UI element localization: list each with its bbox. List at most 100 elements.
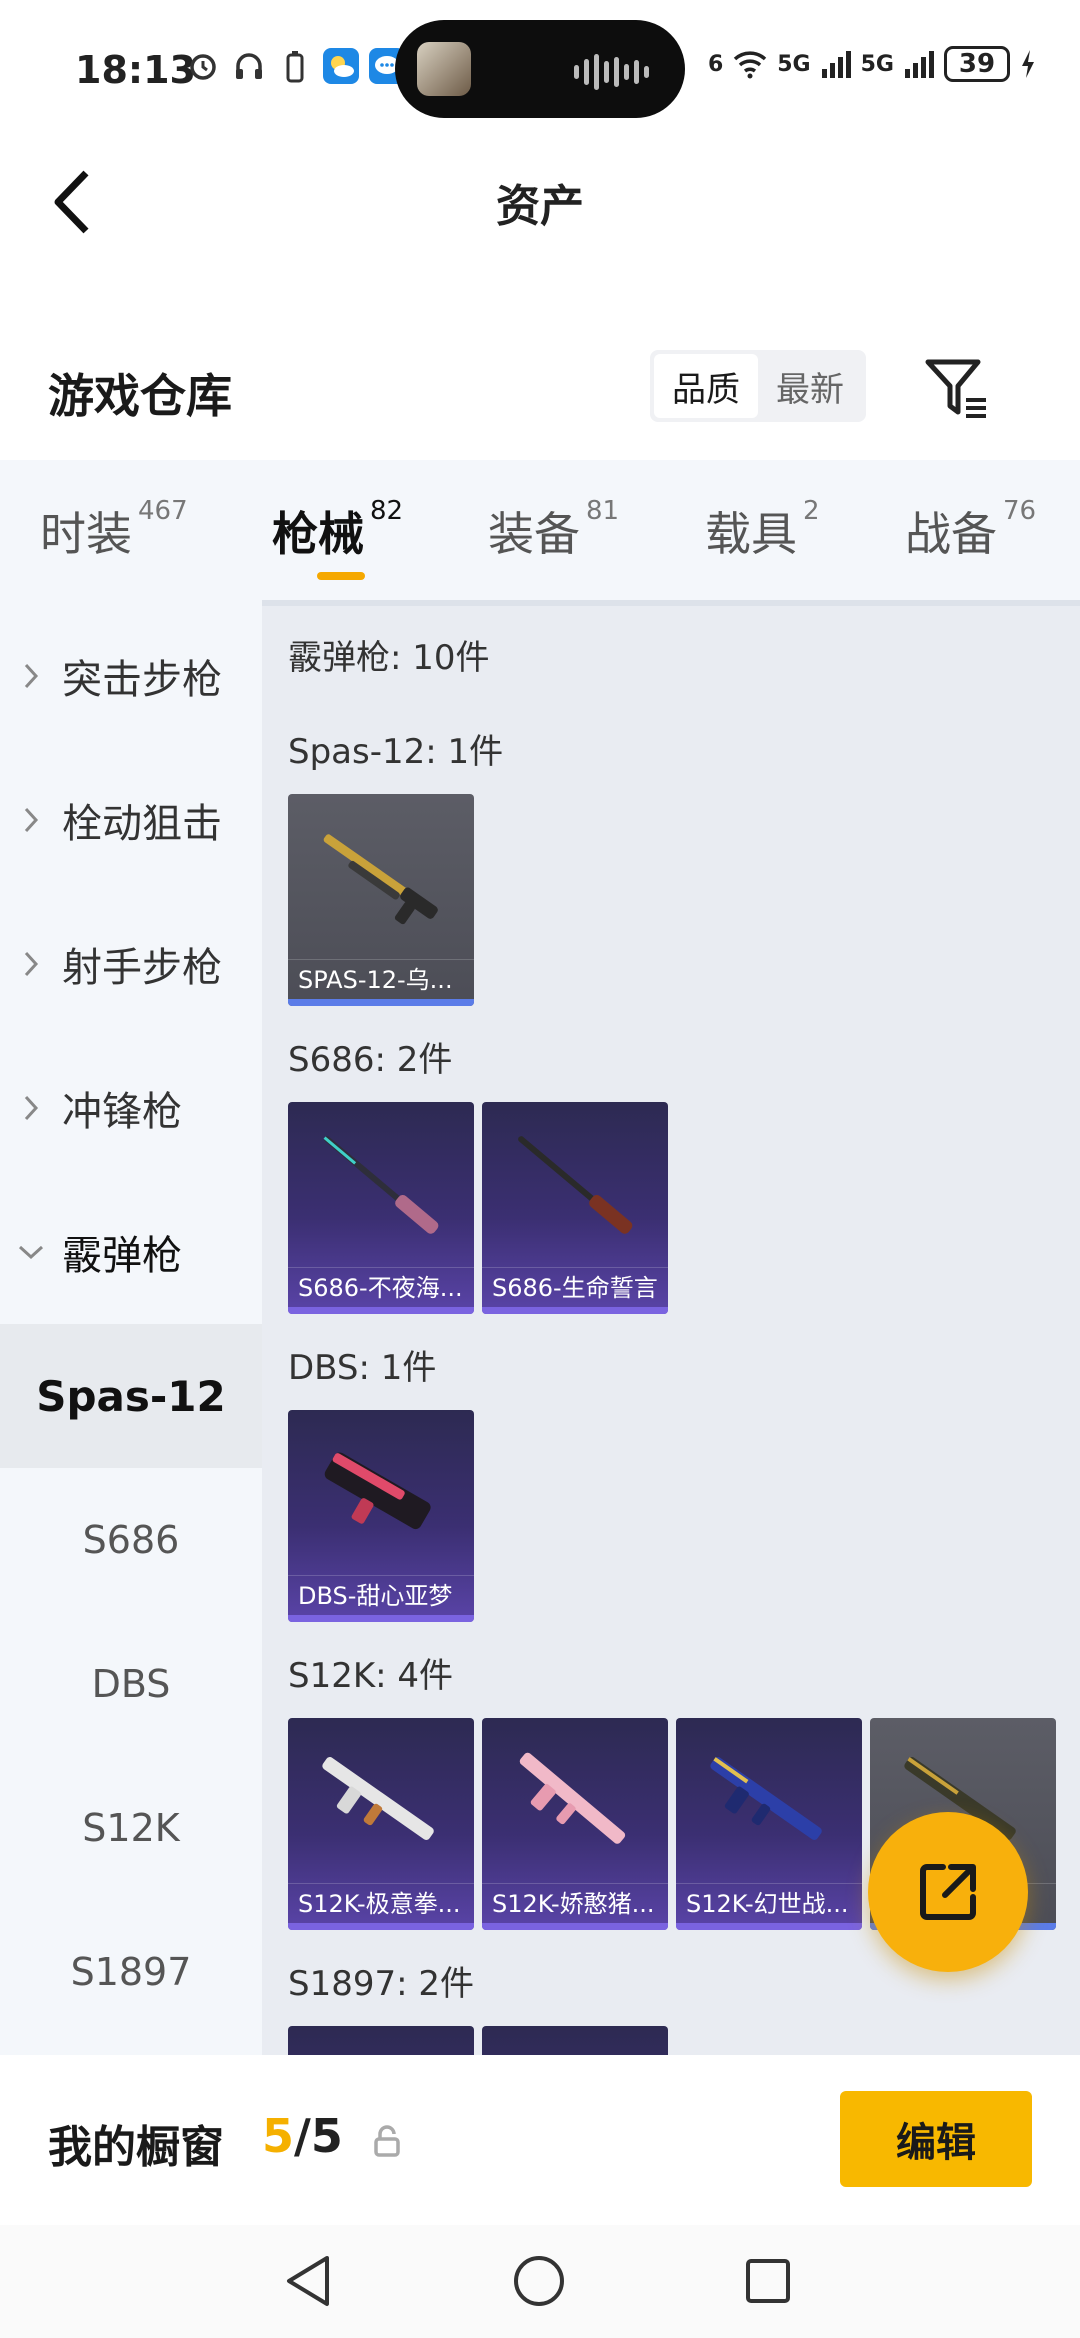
nav-back-button[interactable] (278, 2251, 338, 2311)
weather-icon (323, 48, 359, 84)
filter-icon (925, 359, 986, 418)
weapon-card[interactable] (288, 2026, 474, 2055)
tab-label: 战备 (905, 507, 997, 561)
battery-level: 39 (958, 49, 996, 79)
sidebar-subitem-spas12[interactable]: Spas-12 (0, 1324, 262, 1468)
sort-option-quality[interactable]: 品质 (654, 354, 758, 418)
filter-button[interactable] (922, 354, 992, 424)
network-type-a: 5G (777, 51, 811, 77)
warehouse-title: 游戏仓库 (48, 369, 232, 423)
chevron-right-icon (0, 1094, 62, 1122)
share-button[interactable] (868, 1812, 1028, 1972)
sidebar-subitem-s12k[interactable]: S12K (0, 1756, 262, 1900)
showcase-label: 我的橱窗 (48, 2122, 224, 2173)
chevron-right-icon (0, 662, 62, 690)
title-bar: 资产 (0, 130, 1080, 270)
sidebar-item-label: 冲锋枪 (62, 1089, 182, 1135)
tab-active-indicator (317, 572, 365, 580)
rarity-bar (288, 1307, 474, 1314)
tab-equipment[interactable]: 装备 81 (488, 496, 620, 564)
signal-icon (821, 51, 851, 78)
tab-supplies[interactable]: 战备 76 (905, 496, 1037, 564)
tab-count: 81 (586, 496, 620, 526)
rarity-bar (676, 1923, 862, 1930)
weapon-card[interactable]: S12K-极意拳... (288, 1718, 474, 1930)
shotgun-image (322, 1757, 434, 1840)
rarity-bar (288, 1923, 474, 1930)
nav-recents-button[interactable] (738, 2251, 798, 2311)
tab-count: 467 (138, 496, 188, 526)
group-title: S12K: 4件 (288, 1656, 454, 1696)
weapon-category-sidebar: 突击步枪 栓动狙击 射手步枪 冲锋枪 霰弹枪 Spas-12 S686 DBS … (0, 600, 262, 2055)
status-time: 18:13 (75, 48, 196, 92)
signal-icon (905, 51, 934, 78)
shotgun-image (323, 834, 438, 925)
weapon-card-label: SPAS-12-乌... (288, 959, 474, 999)
tab-label: 载具 (705, 507, 797, 561)
weapon-card[interactable]: S12K-娇憨猪... (482, 1718, 668, 1930)
sidebar-item-label: 霰弹枪 (62, 1233, 182, 1279)
sidebar-subitem-s686[interactable]: S686 (0, 1468, 262, 1612)
alarm-icon (185, 48, 221, 84)
sort-option-newest[interactable]: 最新 (758, 354, 862, 418)
status-right: 6 5G 5G 39 (708, 46, 1036, 82)
headphones-icon (231, 48, 267, 84)
showcase-bar: 我的橱窗 5/5 编辑 (0, 2055, 1080, 2225)
category-tabs: 时装 467 枪械 82 装备 81 载具 2 战备 76 (0, 460, 1080, 600)
weapon-card[interactable]: S686-生命誓言 (482, 1102, 668, 1314)
sidebar-item-assault-rifle[interactable]: 突击步枪 (0, 604, 262, 748)
circle-home-icon (514, 2256, 564, 2306)
network-type-b: 5G (860, 51, 894, 77)
tab-count: 82 (370, 496, 404, 526)
sidebar-subitem-s1897[interactable]: S1897 (0, 1900, 262, 2044)
weapon-card[interactable]: S12K-幻世战... (676, 1718, 862, 1930)
media-thumbnail (417, 42, 471, 96)
nav-home-button[interactable] (509, 2251, 569, 2311)
chevron-right-icon (0, 806, 62, 834)
wifi-icon (734, 51, 767, 79)
status-bar: 18:13 6 5G 5G 39 (0, 0, 1080, 130)
sidebar-item-bolt-sniper[interactable]: 栓动狙击 (0, 748, 262, 892)
share-icon (920, 1864, 976, 1920)
weapon-card[interactable]: S686-不夜海... (288, 1102, 474, 1314)
device-battery-icon (277, 48, 313, 84)
battery-indicator: 39 (944, 46, 1010, 82)
square-recents-icon (746, 2259, 790, 2303)
tab-label: 枪械 (272, 507, 364, 561)
shotgun-image (519, 1752, 626, 1844)
category-summary: 霰弹枪: 10件 (288, 638, 490, 678)
sidebar-subitem-dbs[interactable]: DBS (0, 1612, 262, 1756)
audio-wave-icon (574, 54, 649, 90)
dynamic-island[interactable] (395, 20, 685, 118)
sidebar-item-label: 栓动狙击 (62, 801, 222, 847)
weapon-card[interactable]: SPAS-12-乌... (288, 794, 474, 1006)
tab-count: 2 (803, 496, 820, 526)
tab-firearms[interactable]: 枪械 82 (272, 496, 404, 564)
showcase-count: 5/5 (262, 2109, 343, 2163)
weapon-card[interactable]: DBS-甜心亚梦 (288, 1410, 474, 1622)
group-title: Spas-12: 1件 (288, 732, 504, 772)
sidebar-item-label: 突击步枪 (62, 657, 222, 703)
edit-button[interactable]: 编辑 (840, 2091, 1032, 2187)
tab-vehicles[interactable]: 载具 2 (705, 496, 820, 564)
sort-toggle: 品质 最新 (650, 350, 866, 422)
shotgun-image (710, 1757, 822, 1840)
tab-label: 时装 (40, 507, 132, 561)
sidebar-item-marksman-rifle[interactable]: 射手步枪 (0, 892, 262, 1036)
sidebar-item-shotgun[interactable]: 霰弹枪 (0, 1180, 262, 1324)
showcase-current: 5 (262, 2109, 295, 2163)
divider (262, 600, 1080, 606)
weapon-card-label: S12K-娇憨猪... (482, 1883, 668, 1923)
tab-count: 76 (1003, 496, 1037, 526)
chevron-down-icon (0, 1244, 62, 1260)
lock-icon (374, 2125, 400, 2157)
tab-fashion[interactable]: 时装 467 (40, 496, 188, 564)
rarity-bar (482, 1923, 668, 1930)
sidebar-item-label: 射手步枪 (62, 945, 222, 991)
weapon-card[interactable] (482, 2026, 668, 2055)
shotgun-image (324, 1452, 431, 1530)
weapon-card-label: S686-不夜海... (288, 1267, 474, 1307)
rarity-bar (482, 1307, 668, 1314)
sidebar-item-smg[interactable]: 冲锋枪 (0, 1036, 262, 1180)
status-notification-icons (185, 48, 405, 84)
